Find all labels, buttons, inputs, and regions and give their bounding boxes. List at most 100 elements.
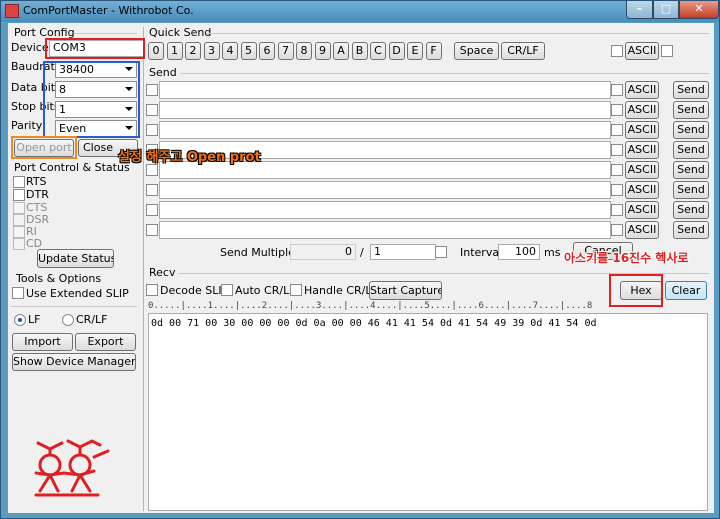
divider — [206, 33, 709, 34]
dtr-checkbox[interactable] — [13, 189, 25, 201]
send-row-checkbox[interactable] — [146, 184, 158, 196]
send-ascii-checkbox[interactable] — [611, 84, 623, 96]
quick-ascii-checkbox[interactable] — [611, 45, 623, 57]
minimize-button[interactable]: – — [626, 1, 653, 19]
send-multiple-count: 0 — [290, 244, 356, 260]
crlf-radio[interactable] — [62, 314, 74, 326]
send-ascii-button[interactable]: ASCII — [625, 221, 659, 239]
send-input[interactable] — [159, 201, 611, 219]
panel-divider — [143, 27, 144, 511]
extended-slip-label: Use Extended SLIP — [26, 287, 129, 300]
dtr-label: DTR — [26, 188, 49, 201]
send-heading: Send — [149, 66, 177, 79]
title-bar[interactable]: ComPortMaster - Withrobot Co. – □ ✕ — [1, 1, 719, 22]
quick-key-f-button[interactable]: F — [425, 42, 442, 60]
quick-key-0-button[interactable]: 0 — [148, 42, 164, 60]
quick-key-9-button[interactable]: 9 — [314, 42, 331, 60]
send-row-checkbox[interactable] — [146, 164, 158, 176]
send-ascii-checkbox[interactable] — [611, 204, 623, 216]
clear-button[interactable]: Clear — [665, 281, 707, 300]
quick-key-1-button[interactable]: 1 — [166, 42, 183, 60]
dsr-indicator — [13, 214, 25, 226]
quick-key-6-button[interactable]: 6 — [259, 42, 275, 60]
send-row-checkbox[interactable] — [146, 204, 158, 216]
send-row-checkbox[interactable] — [146, 84, 158, 96]
send-button[interactable]: Send — [673, 101, 709, 119]
import-button[interactable]: Import — [12, 333, 73, 351]
lf-radio[interactable] — [14, 314, 26, 326]
app-window: ComPortMaster - Withrobot Co. – □ ✕ Port… — [0, 0, 720, 519]
close-window-button[interactable]: ✕ — [679, 1, 719, 19]
send-ascii-button[interactable]: ASCII — [625, 161, 659, 179]
quick-key-d-button[interactable]: D — [388, 42, 405, 60]
send-input[interactable] — [159, 221, 611, 239]
send-button[interactable]: Send — [673, 141, 709, 159]
rts-label: RTS — [26, 175, 47, 188]
tools-heading: Tools & Options — [16, 272, 102, 285]
send-button[interactable]: Send — [673, 201, 709, 219]
send-button[interactable]: Send — [673, 121, 709, 139]
send-input[interactable] — [159, 101, 611, 119]
send-ascii-checkbox[interactable] — [611, 224, 623, 236]
column-ruler: 0.....|....1....|....2....|....3....|...… — [148, 301, 593, 311]
send-ascii-checkbox[interactable] — [611, 144, 623, 156]
send-row-checkbox[interactable] — [146, 124, 158, 136]
send-multiple-total[interactable]: 1 — [370, 244, 436, 260]
crlf-label: CR/LF — [76, 313, 108, 326]
send-row-checkbox[interactable] — [146, 224, 158, 236]
quick-key-b-button[interactable]: B — [351, 42, 368, 60]
start-capture-button[interactable]: Start Capture — [369, 281, 442, 300]
send-input[interactable] — [159, 81, 611, 99]
send-ascii-button[interactable]: ASCII — [625, 181, 659, 199]
minimize-icon: – — [636, 2, 643, 15]
send-button[interactable]: Send — [673, 81, 709, 99]
quick-key-4-button[interactable]: 4 — [222, 42, 238, 60]
decode-slip-checkbox[interactable] — [146, 284, 158, 296]
quick-key-2-button[interactable]: 2 — [185, 42, 201, 60]
divider — [180, 73, 709, 74]
send-ascii-button[interactable]: ASCII — [625, 101, 659, 119]
send-ascii-button[interactable]: ASCII — [625, 201, 659, 219]
interval-label: Interval — [460, 246, 503, 259]
quick-extra-checkbox[interactable] — [661, 45, 673, 57]
quick-ascii-button[interactable]: ASCII — [625, 42, 659, 60]
quick-crlf-button[interactable]: CR/LF — [501, 42, 545, 60]
send-button[interactable]: Send — [673, 181, 709, 199]
rts-checkbox[interactable] — [13, 176, 25, 188]
send-ascii-checkbox[interactable] — [611, 104, 623, 116]
send-ascii-checkbox[interactable] — [611, 124, 623, 136]
quick-space-button[interactable]: Space — [454, 42, 499, 60]
export-button[interactable]: Export — [75, 333, 136, 351]
send-ascii-checkbox[interactable] — [611, 164, 623, 176]
send-input[interactable] — [159, 121, 611, 139]
quick-key-e-button[interactable]: E — [407, 42, 423, 60]
quick-key-7-button[interactable]: 7 — [277, 42, 294, 60]
close-icon: ✕ — [694, 2, 704, 15]
send-multiple-checkbox[interactable] — [435, 246, 447, 258]
send-ascii-checkbox[interactable] — [611, 184, 623, 196]
send-ascii-button[interactable]: ASCII — [625, 141, 659, 159]
maximize-button[interactable]: □ — [653, 1, 679, 19]
divider — [74, 33, 137, 34]
quick-key-3-button[interactable]: 3 — [203, 42, 220, 60]
quick-key-a-button[interactable]: A — [333, 42, 349, 60]
recv-textarea[interactable]: 0d 00 71 00 30 00 00 00 0d 0a 00 00 46 4… — [148, 313, 708, 511]
interval-field[interactable]: 100 — [498, 244, 540, 260]
send-button[interactable]: Send — [673, 161, 709, 179]
quick-key-5-button[interactable]: 5 — [240, 42, 257, 60]
auto-crlf-label: Auto CR/LF — [235, 284, 296, 297]
send-input[interactable] — [159, 181, 611, 199]
quick-key-8-button[interactable]: 8 — [296, 42, 312, 60]
update-status-button[interactable]: Update Status — [37, 249, 114, 268]
hex-note: 아스키를 16진수 헥사로 — [564, 251, 689, 265]
quick-key-c-button[interactable]: C — [370, 42, 386, 60]
show-device-manager-button[interactable]: Show Device Manager — [12, 353, 136, 371]
send-button[interactable]: Send — [673, 221, 709, 239]
send-ascii-button[interactable]: ASCII — [625, 81, 659, 99]
send-row-checkbox[interactable] — [146, 104, 158, 116]
open-note: 설정 해주고 Open prot — [118, 150, 261, 165]
auto-crlf-checkbox[interactable] — [221, 284, 233, 296]
send-ascii-button[interactable]: ASCII — [625, 121, 659, 139]
handle-crlf-checkbox[interactable] — [290, 284, 302, 296]
extended-slip-checkbox[interactable] — [12, 287, 24, 299]
